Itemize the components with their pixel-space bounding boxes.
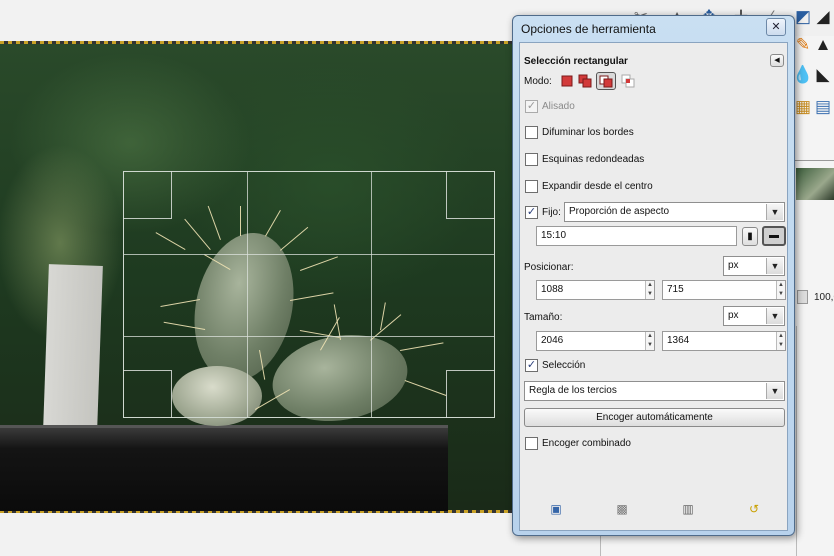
position-unit-value: px bbox=[728, 260, 739, 271]
spin-arrows-icon[interactable]: ▲ ▼ bbox=[645, 281, 654, 299]
antialias-label: Alisado bbox=[542, 101, 575, 112]
menu-arrow-button[interactable]: ◀ bbox=[770, 54, 784, 67]
fixed-checkbox[interactable]: ✓ bbox=[525, 206, 538, 219]
chevron-down-icon: ▼ bbox=[766, 258, 783, 274]
panel-separator bbox=[795, 160, 834, 161]
mode-intersect-icon[interactable] bbox=[621, 74, 635, 88]
zoom-value: 100,0 bbox=[814, 292, 834, 303]
highlight-label: Selección bbox=[542, 360, 586, 371]
pencil-tool-icon[interactable]: ✎ bbox=[792, 34, 814, 56]
save-options-icon[interactable]: ▣ bbox=[548, 501, 564, 517]
chevron-down-icon: ▼ bbox=[766, 204, 783, 220]
position-unit-dropdown[interactable]: px ▼ bbox=[723, 256, 785, 276]
spin-arrows-icon[interactable]: ▲ ▼ bbox=[776, 281, 785, 299]
flip-tool-icon[interactable]: ◢ bbox=[812, 6, 834, 28]
mode-replace-icon[interactable] bbox=[560, 74, 574, 88]
dodge-tool-icon[interactable]: ◣ bbox=[812, 64, 834, 86]
reset-options-icon[interactable]: ↺ bbox=[746, 501, 762, 517]
rounded-corners-label: Esquinas redondeadas bbox=[542, 154, 645, 165]
handle-bottom-left[interactable] bbox=[123, 370, 172, 418]
shrink-merged-label: Encoger combinado bbox=[542, 438, 631, 449]
landscape-button[interactable]: ▬ bbox=[762, 226, 786, 246]
chevron-down-icon: ▼ bbox=[766, 308, 783, 324]
fixed-label: Fijo: bbox=[542, 207, 561, 218]
guides-dropdown[interactable]: Regla de los tercios ▼ bbox=[524, 381, 785, 401]
layer-boundary-top bbox=[0, 41, 600, 44]
position-x-value: 1088 bbox=[541, 284, 564, 295]
rounded-corners-checkbox[interactable] bbox=[525, 153, 538, 166]
tool-options-dialog: Opciones de herramienta ✕ Selección rect… bbox=[512, 15, 795, 536]
highlight-checkbox[interactable]: ✓ bbox=[525, 359, 538, 372]
spin-arrows-icon[interactable]: ▲ ▼ bbox=[776, 332, 785, 350]
dialog-titlebar[interactable]: Opciones de herramienta ✕ bbox=[513, 16, 794, 42]
blur-tool-icon[interactable]: 💧 bbox=[792, 64, 814, 86]
position-label: Posicionar: bbox=[524, 262, 574, 273]
zoom-toggle[interactable] bbox=[797, 290, 808, 304]
size-label: Tamaño: bbox=[524, 312, 563, 323]
position-y-value: 715 bbox=[667, 284, 684, 295]
dialog-title: Opciones de herramienta bbox=[521, 22, 656, 36]
expand-center-label: Expandir desde el centro bbox=[542, 181, 653, 192]
handle-top-left[interactable] bbox=[123, 171, 172, 219]
fixed-mode-value: Proporción de aspecto bbox=[569, 206, 670, 217]
plant-label-tag bbox=[43, 264, 103, 431]
expand-center-checkbox[interactable] bbox=[525, 180, 538, 193]
portrait-button[interactable]: ▮ bbox=[742, 227, 758, 246]
mode-subtract-icon[interactable] bbox=[596, 72, 616, 90]
mode-label: Modo: bbox=[524, 76, 552, 87]
plant-pot bbox=[0, 425, 448, 511]
image-thumbnail[interactable] bbox=[796, 168, 834, 200]
size-height-value: 1364 bbox=[667, 335, 690, 346]
shrink-merged-checkbox[interactable] bbox=[525, 437, 538, 450]
position-y-input[interactable]: 715 ▲ ▼ bbox=[662, 280, 786, 300]
panel-divider bbox=[796, 326, 797, 556]
size-width-input[interactable]: 2046 ▲ ▼ bbox=[536, 331, 655, 351]
feather-label: Difuminar los bordes bbox=[542, 127, 634, 138]
size-unit-value: px bbox=[728, 310, 739, 321]
close-button[interactable]: ✕ bbox=[766, 18, 786, 36]
section-title: Selección rectangular bbox=[524, 56, 628, 67]
dialog-content: Selección rectangular ◀ Modo: ✓ Alisado … bbox=[519, 42, 788, 531]
spin-arrows-icon[interactable]: ▲ ▼ bbox=[645, 332, 654, 350]
paintbrush-tool-icon[interactable]: ▲ bbox=[812, 34, 834, 56]
feather-checkbox[interactable] bbox=[525, 126, 538, 139]
handle-top-right[interactable] bbox=[446, 171, 495, 219]
rectangle-selection[interactable] bbox=[123, 171, 495, 418]
thirds-guide-v2 bbox=[371, 172, 372, 417]
gimp-workspace: ✂ ▲ ✥ ✛ ⁄ ◩ ◢ ✎ ▲ 💧 ◣ ▦ ▤ 100,0 Opciones… bbox=[0, 0, 834, 556]
autoshrink-button[interactable]: Encoger automáticamente bbox=[524, 408, 785, 427]
mode-add-icon[interactable] bbox=[578, 74, 592, 88]
aspect-ratio-input[interactable]: 15:10 bbox=[536, 226, 737, 246]
size-width-value: 2046 bbox=[541, 335, 564, 346]
position-x-input[interactable]: 1088 ▲ ▼ bbox=[536, 280, 655, 300]
brush-preview-icon[interactable]: ▤ bbox=[812, 96, 834, 118]
delete-options-icon[interactable]: ▥ bbox=[680, 501, 696, 517]
thirds-guide-h1 bbox=[124, 254, 494, 255]
size-unit-dropdown[interactable]: px ▼ bbox=[723, 306, 785, 326]
handle-bottom-right[interactable] bbox=[446, 370, 495, 418]
rotate-tool-icon[interactable]: ◩ bbox=[792, 6, 814, 28]
fixed-mode-dropdown[interactable]: Proporción de aspecto ▼ bbox=[564, 202, 785, 222]
antialias-checkbox[interactable]: ✓ bbox=[525, 100, 538, 113]
thirds-guide-h2 bbox=[124, 336, 494, 337]
aspect-ratio-value: 15:10 bbox=[541, 230, 567, 241]
size-height-input[interactable]: 1364 ▲ ▼ bbox=[662, 331, 786, 351]
guides-value: Regla de los tercios bbox=[529, 385, 617, 396]
thirds-guide-v1 bbox=[247, 172, 248, 417]
fg-bg-color-icon[interactable]: ▦ bbox=[792, 96, 814, 118]
chevron-down-icon: ▼ bbox=[766, 383, 783, 399]
restore-options-icon[interactable]: ▩ bbox=[614, 501, 630, 517]
